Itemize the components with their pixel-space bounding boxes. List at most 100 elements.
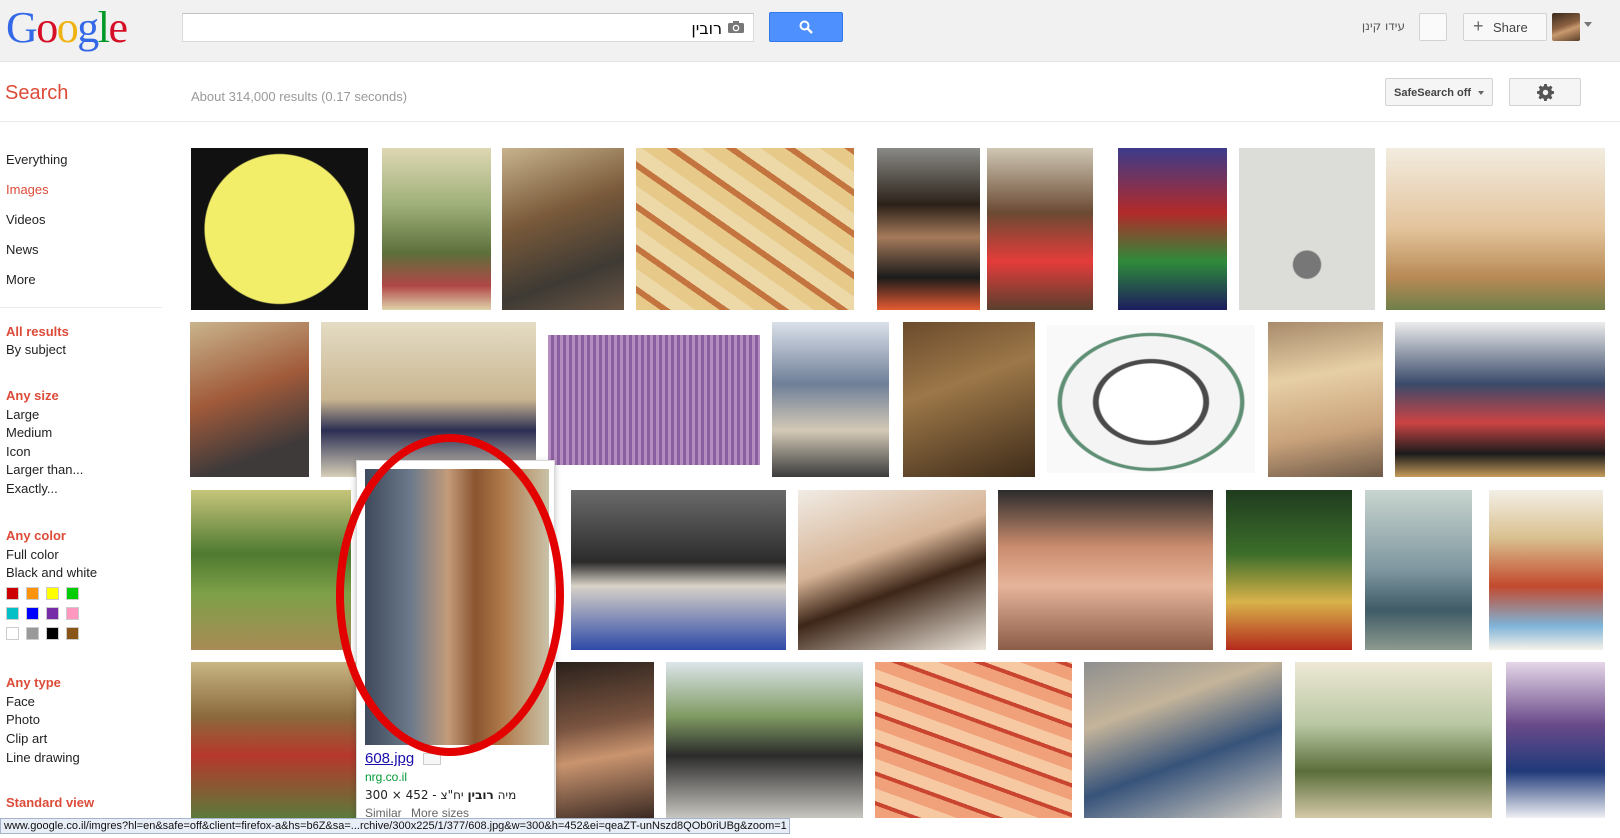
color-swatch[interactable] — [6, 587, 19, 600]
color-swatch[interactable] — [26, 607, 39, 620]
logo-letter: e — [108, 3, 129, 52]
nav-news[interactable]: News — [6, 242, 39, 257]
logo-letter: o — [36, 3, 58, 52]
image-result[interactable] — [987, 148, 1093, 310]
image-result[interactable] — [190, 322, 309, 477]
sidebar-divider — [0, 307, 162, 308]
filter-all-results[interactable]: All results — [6, 324, 69, 339]
filter-size-icon[interactable]: Icon — [6, 444, 31, 459]
color-swatch[interactable] — [66, 627, 79, 640]
filter-size-exactly[interactable]: Exactly... — [6, 481, 58, 496]
nav-videos[interactable]: Videos — [6, 212, 46, 227]
image-result[interactable] — [1226, 490, 1352, 650]
hover-desc-bold: רובין — [467, 788, 494, 802]
image-result[interactable] — [636, 148, 854, 310]
safesearch-label: SafeSearch off — [1394, 87, 1472, 99]
nav-images[interactable]: Images — [6, 182, 49, 197]
logo-letter: G — [6, 3, 38, 52]
filter-by-subject[interactable]: By subject — [6, 342, 66, 357]
image-result[interactable] — [502, 148, 624, 310]
image-result[interactable] — [191, 148, 368, 310]
image-result[interactable] — [1395, 322, 1605, 477]
nav-more[interactable]: More — [6, 272, 36, 287]
logo-letter: l — [97, 3, 110, 52]
image-result[interactable] — [321, 322, 536, 477]
chevron-down-icon — [1478, 91, 1484, 95]
image-result[interactable] — [1295, 662, 1492, 818]
color-swatch[interactable] — [26, 627, 39, 640]
notifications-button[interactable] — [1419, 13, 1447, 41]
image-result[interactable] — [1084, 662, 1282, 818]
color-swatch[interactable] — [46, 587, 59, 600]
image-result[interactable] — [571, 490, 786, 650]
image-result[interactable] — [1365, 490, 1472, 650]
gear-icon — [1537, 84, 1554, 101]
filter-size-larger-than[interactable]: Larger than... — [6, 462, 83, 477]
filter-size-medium[interactable]: Medium — [6, 425, 52, 440]
image-result[interactable] — [877, 148, 980, 310]
image-result[interactable] — [1047, 325, 1255, 473]
image-result[interactable] — [666, 662, 863, 818]
image-result[interactable] — [556, 662, 654, 818]
color-swatch[interactable] — [66, 607, 79, 620]
nav-everything[interactable]: Everything — [6, 152, 67, 167]
google-logo[interactable]: Google — [6, 2, 129, 54]
filter-full-color[interactable]: Full color — [6, 547, 59, 562]
filter-standard-view[interactable]: Standard view — [6, 795, 94, 810]
filter-type-face[interactable]: Face — [6, 694, 35, 709]
safesearch-dropdown[interactable]: SafeSearch off — [1385, 78, 1493, 106]
top-bar: Google עידו קינן + Share — [0, 0, 1620, 62]
filter-type-clip-art[interactable]: Clip art — [6, 731, 47, 746]
settings-button[interactable] — [1509, 78, 1581, 106]
avatar[interactable] — [1552, 13, 1580, 41]
search-input[interactable] — [187, 17, 722, 39]
result-stats: About 314,000 results (0.17 seconds) — [191, 89, 408, 104]
magnifier-icon — [799, 20, 813, 34]
color-swatch[interactable] — [46, 627, 59, 640]
logo-letter: g — [77, 3, 99, 52]
logo-letter: o — [56, 3, 79, 52]
hover-desc-text: מיה — [493, 788, 517, 802]
image-result[interactable] — [191, 490, 351, 650]
image-hover-card[interactable]: 608.jpg nrg.co.il 300 × 452 - מיה רובין … — [356, 460, 555, 820]
image-result[interactable] — [1118, 148, 1227, 310]
browser-status-bar: www.google.co.il/imgres?hl=en&safe=off&c… — [0, 818, 790, 834]
search-box[interactable] — [182, 13, 754, 42]
plus-icon: + — [1473, 16, 1484, 36]
image-result[interactable] — [772, 322, 889, 477]
image-result[interactable] — [1239, 148, 1375, 310]
image-result[interactable] — [875, 662, 1072, 818]
filter-type-line-drawing[interactable]: Line drawing — [6, 750, 80, 765]
image-result[interactable] — [1268, 322, 1383, 477]
search-button[interactable] — [769, 12, 843, 42]
filter-type-photo[interactable]: Photo — [6, 712, 40, 727]
user-name[interactable]: עידו קינן — [1355, 19, 1405, 33]
hover-preview-image[interactable] — [365, 469, 549, 745]
color-swatch[interactable] — [6, 627, 19, 640]
color-swatch[interactable] — [66, 587, 79, 600]
preview-icon[interactable] — [423, 753, 441, 765]
image-result[interactable] — [548, 335, 760, 465]
share-button[interactable]: + Share — [1463, 13, 1547, 41]
filter-size-large[interactable]: Large — [6, 407, 39, 422]
color-swatch[interactable] — [6, 607, 19, 620]
image-result[interactable] — [1489, 490, 1603, 650]
image-result[interactable] — [1386, 148, 1605, 310]
filter-black-white[interactable]: Black and white — [6, 565, 97, 580]
filter-any-type[interactable]: Any type — [6, 675, 61, 690]
image-result[interactable] — [998, 490, 1213, 650]
filter-any-color[interactable]: Any color — [6, 528, 66, 543]
image-result[interactable] — [798, 490, 986, 650]
hover-domain[interactable]: nrg.co.il — [365, 770, 407, 784]
account-caret-icon[interactable] — [1584, 22, 1592, 27]
camera-icon[interactable] — [727, 20, 745, 34]
image-result[interactable] — [903, 322, 1035, 477]
color-swatch[interactable] — [46, 607, 59, 620]
image-result[interactable] — [191, 662, 356, 818]
section-title: Search — [5, 82, 69, 104]
color-swatch[interactable] — [26, 587, 39, 600]
image-result[interactable] — [1506, 662, 1605, 818]
filter-any-size[interactable]: Any size — [6, 388, 59, 403]
image-result[interactable] — [382, 148, 491, 310]
hover-filename-link[interactable]: 608.jpg — [365, 750, 414, 767]
